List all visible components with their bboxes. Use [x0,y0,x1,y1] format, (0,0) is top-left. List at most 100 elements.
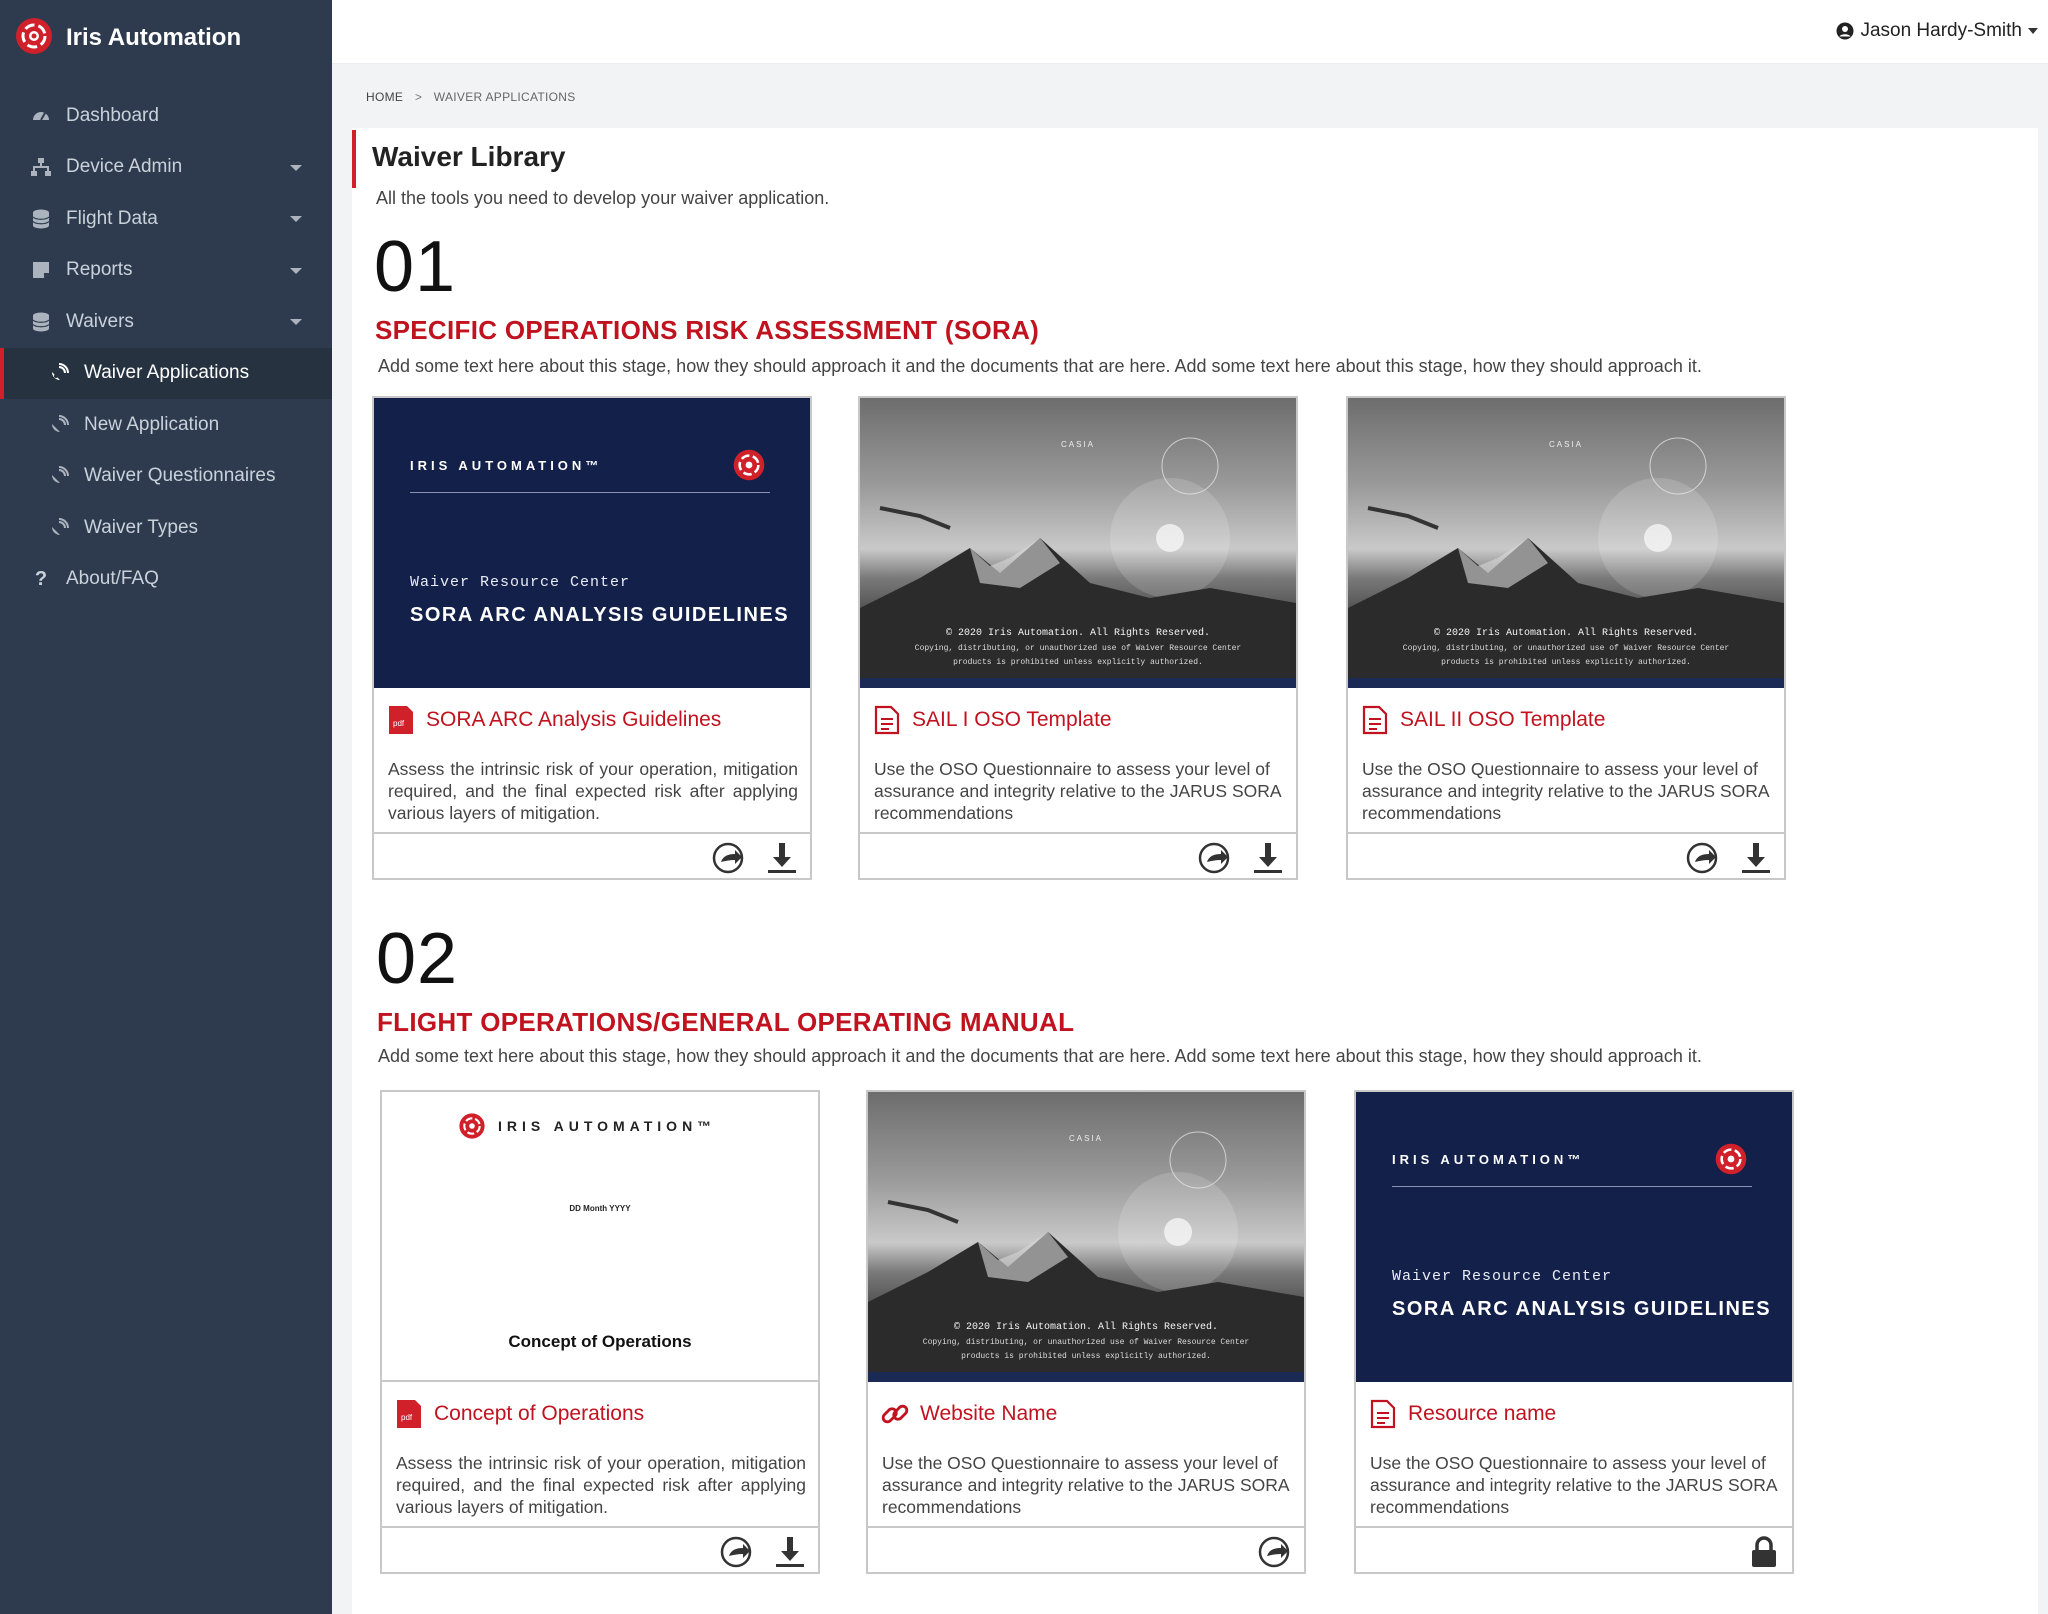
stage-number: 01 [374,227,457,307]
card-title-text: Concept of Operations [434,1402,645,1425]
sidebar-item-waiver-types[interactable]: Waiver Types [0,502,332,554]
card-title-text: SAIL II OSO Template [1400,708,1606,731]
thumb-copyright-line: products is prohibited unless explicitly… [1441,658,1691,667]
question-icon: ? [34,567,48,590]
resource-card[interactable]: IRIS AUTOMATION™ Waiver Resource Center … [1354,1090,1794,1574]
thumb-casia: CASIA [1060,440,1095,449]
chevron-down-icon [290,267,302,274]
card-thumbnail: CASIA © 2020 Iris Automation. All Rights… [1348,398,1784,688]
sidebar-item-label: Device Admin [66,156,183,178]
sidebar-item-label: New Application [84,413,220,435]
thumb-copyright-line: products is prohibited unless explicitly… [953,658,1203,667]
resource-card[interactable]: IRIS AUTOMATION™ Waiver Resource Center … [372,396,812,880]
satellite-dish-icon [48,465,70,487]
card-title[interactable]: pdf Concept of Operations [394,1398,644,1430]
download-icon[interactable] [770,1534,810,1570]
database-icon [30,208,52,230]
chevron-down-icon [2028,28,2038,34]
page-title: Waiver Library [372,141,566,172]
sidebar-item-new-application[interactable]: New Application [0,399,332,451]
resource-card[interactable]: CASIA © 2020 Iris Automation. All Rights… [1346,396,1786,880]
sidebar-item-label: Waiver Applications [84,362,250,384]
page-subtitle: All the tools you need to develop your w… [376,188,830,208]
brand[interactable]: Iris Automation [0,0,332,76]
sidebar-item-flight-data[interactable]: Flight Data [0,193,332,245]
thumb-copyright: © 2020 Iris Automation. All Rights Reser… [953,1322,1219,1333]
sidebar-item-waiver-applications[interactable]: Waiver Applications [0,347,332,399]
thumb-copyright: © 2020 Iris Automation. All Rights Reser… [945,628,1211,639]
satellite-dish-icon [48,414,70,436]
sidebar-item-label: Flight Data [66,207,158,229]
pdf-file-icon: pdf [394,1398,424,1430]
card-footer [374,832,810,878]
card-description: Use the OSO Questionnaire to assess your… [1370,1453,1777,1517]
lock-icon[interactable] [1744,1534,1784,1570]
download-icon[interactable] [1248,840,1288,876]
share-icon[interactable] [1196,840,1236,876]
sidebar-item-device-admin[interactable]: Device Admin [0,142,332,194]
document-icon [872,704,902,736]
card-title[interactable]: SAIL I OSO Template [872,704,1112,736]
stage-title: FLIGHT OPERATIONS/GENERAL OPERATING MANU… [377,1007,1075,1037]
card-title[interactable]: SAIL II OSO Template [1360,704,1605,736]
thumb-copyright-line: Copying, distributing, or unauthorized u… [1402,644,1730,653]
thumb-resource: Waiver Resource Center [1392,1268,1613,1285]
download-icon[interactable] [1736,840,1776,876]
sidebar-item-dashboard[interactable]: Dashboard [0,90,332,142]
thumb-casia: CASIA [1068,1134,1103,1143]
share-icon[interactable] [718,1534,758,1570]
card-description: Assess the intrinsic risk of your operat… [388,759,798,823]
gauge-icon [30,105,52,127]
card-thumbnail: IRIS AUTOMATION™ Waiver Resource Center … [374,398,810,688]
share-icon[interactable] [1684,840,1724,876]
thumb-copyright: © 2020 Iris Automation. All Rights Reser… [1433,628,1699,639]
card-description: Use the OSO Questionnaire to assess your… [874,759,1281,823]
card-thumbnail: CASIA © 2020 Iris Automation. All Rights… [860,398,1296,688]
sidebar-item-label: Waiver Questionnaires [84,465,276,487]
stage-title: SPECIFIC OPERATIONS RISK ASSESSMENT (SOR… [375,315,1040,345]
pdf-file-icon: pdf [386,704,416,736]
card-title[interactable]: Resource name [1368,1398,1556,1430]
iris-logo-icon [458,1112,486,1145]
card-footer [382,1526,818,1572]
card-footer [1356,1526,1792,1572]
resource-card[interactable]: IRIS AUTOMATION™ DD Month YYYY Concept o… [380,1090,820,1574]
resource-card[interactable]: CASIA © 2020 Iris Automation. All Rights… [866,1090,1306,1574]
share-icon[interactable] [710,840,750,876]
card-footer [860,832,1296,878]
document-icon [1360,704,1390,736]
user-circle-icon [1836,22,1854,40]
chevron-down-icon [290,319,302,325]
svg-text:pdf: pdf [393,719,405,728]
download-icon[interactable] [762,840,802,876]
card-title[interactable]: pdf SORA ARC Analysis Guidelines [386,704,721,736]
thumb-heading: SORA ARC ANALYSIS GUIDELINES [410,604,790,626]
resource-card[interactable]: CASIA © 2020 Iris Automation. All Rights… [858,396,1298,880]
stage-description: Add some text here about this stage, how… [378,1046,1702,1066]
card-description: Assess the intrinsic risk of your operat… [396,1453,806,1517]
chevron-down-icon [290,164,302,171]
card-description: Use the OSO Questionnaire to assess your… [1362,759,1769,823]
card-title-text: Website Name [920,1402,1058,1425]
card-thumbnail: IRIS AUTOMATION™ Waiver Resource Center … [1356,1092,1792,1382]
user-menu[interactable]: Jason Hardy-Smith [1836,20,2038,42]
breadcrumb: HOME > WAIVER APPLICATIONS [366,90,576,104]
breadcrumb-home[interactable]: HOME [366,90,403,104]
database-icon [30,311,52,333]
sidebar-item-waiver-questionnaires[interactable]: Waiver Questionnaires [0,451,332,503]
card-footer [1348,832,1784,878]
sidebar-item-label: Waivers [66,310,134,332]
card-title[interactable]: Website Name [880,1398,1057,1430]
sidebar-item-waivers[interactable]: Waivers [0,296,332,348]
sidebar-item-about-faq[interactable]: ? About/FAQ [0,554,332,606]
share-icon[interactable] [1256,1534,1296,1570]
thumb-heading: Concept of Operations [508,1332,692,1351]
thumb-heading: SORA ARC ANALYSIS GUIDELINES [1392,1298,1772,1320]
link-icon [880,1398,910,1430]
sidebar-item-label: Dashboard [66,104,159,126]
iris-logo-icon [14,16,54,61]
breadcrumb-separator: > [414,90,423,104]
card-thumbnail: CASIA © 2020 Iris Automation. All Rights… [868,1092,1304,1382]
thumb-resource: Waiver Resource Center [410,574,631,591]
sidebar-item-reports[interactable]: Reports [0,245,332,297]
